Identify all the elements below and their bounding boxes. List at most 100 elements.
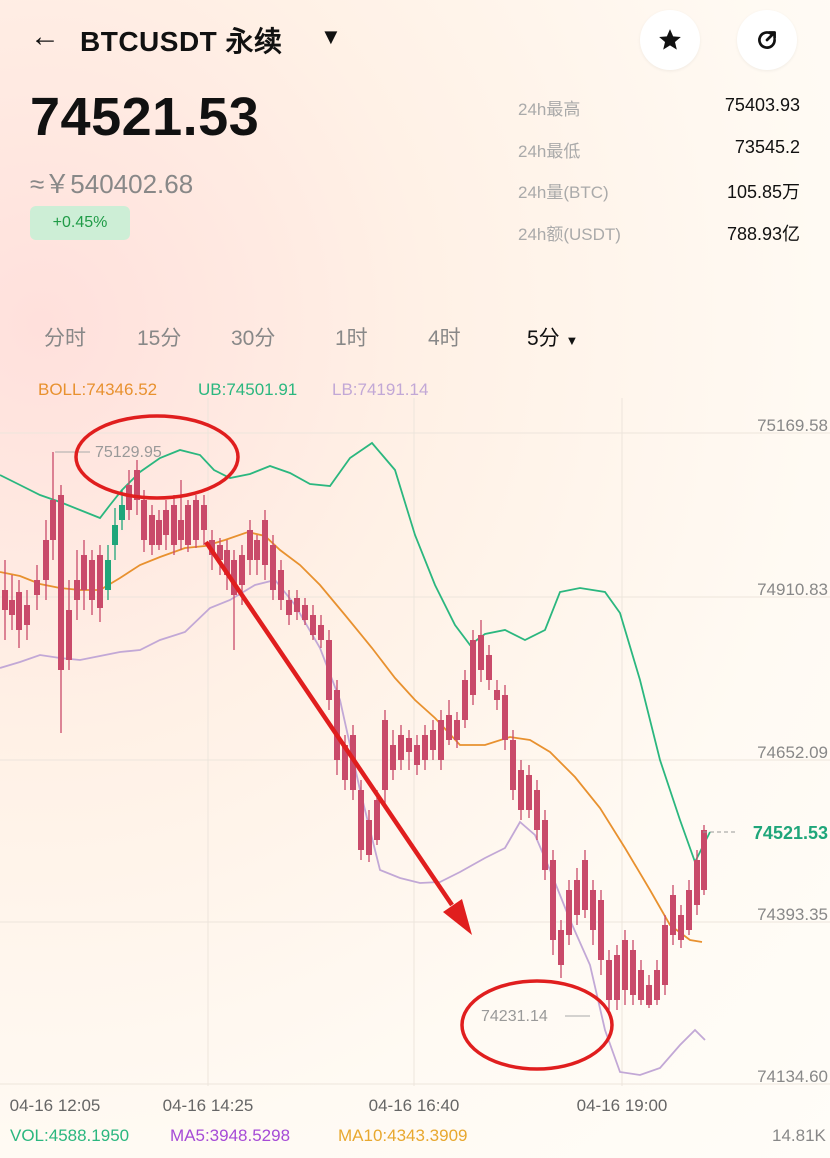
stat-value-turnover: 788.93亿	[726, 224, 800, 244]
candle-body-down	[163, 510, 169, 535]
candle-body-down	[686, 890, 692, 930]
candle-body-down	[438, 720, 444, 760]
candle-body-down	[470, 640, 476, 695]
candle-body-down	[366, 820, 372, 855]
candle-body-down	[486, 655, 492, 680]
ma5-value: MA5:3948.5298	[170, 1126, 291, 1145]
stat-label-high: 24h最高	[518, 100, 581, 119]
kline-chart[interactable]: 75169.58 74910.83 74652.09 74393.35 74134.60…	[0, 395, 830, 1120]
candle-body-down	[278, 570, 284, 600]
candle-body-down	[178, 520, 184, 540]
symbol-title[interactable]: BTCUSDT 永续	[80, 20, 283, 60]
candle-body-down	[638, 970, 644, 1000]
candle-body-down	[478, 635, 484, 670]
tab-4h[interactable]: 4时	[428, 322, 461, 352]
candle-body-down	[16, 592, 22, 630]
candle-body-down	[398, 735, 404, 760]
candle-body-down	[247, 530, 253, 560]
time-axis-label: 04-16 12:05	[10, 1096, 101, 1115]
caret-down-icon: ▼	[565, 333, 579, 348]
downtrend-arrow-head	[443, 899, 472, 935]
candle-body-down	[590, 890, 596, 930]
candle-body-down	[374, 800, 380, 840]
candle-body-down	[630, 950, 636, 995]
candle-body-down	[430, 730, 436, 750]
candle-body-down	[66, 610, 72, 660]
candle-body-down	[510, 740, 516, 790]
candle-body-down	[382, 720, 388, 790]
candle-body-down	[390, 745, 396, 770]
candle-body-down	[694, 860, 700, 905]
time-axis-label: 04-16 19:00	[577, 1096, 668, 1115]
candle-body-down	[654, 970, 660, 1000]
candle-body-down	[326, 640, 332, 700]
candle-body-down	[81, 555, 87, 590]
candle-body-down	[582, 860, 588, 910]
tab-1h[interactable]: 1时	[335, 322, 368, 352]
star-icon	[659, 29, 681, 50]
candle-body-down	[622, 940, 628, 990]
candle-body-down	[34, 580, 40, 595]
candle-body-up	[105, 560, 111, 590]
cny-price: ≈￥540402.68	[30, 169, 194, 199]
candle-body-down	[406, 738, 412, 752]
candle-body-down	[542, 820, 548, 870]
price-axis-label: 74134.60	[757, 1067, 828, 1086]
candle-body-down	[678, 915, 684, 940]
candle-body-down	[334, 690, 340, 760]
candle-body-down	[606, 960, 612, 1000]
price-axis-label: 74910.83	[757, 580, 828, 599]
last-price: 74521.53	[30, 87, 260, 147]
back-arrow-icon[interactable]: ←	[30, 20, 60, 54]
symbol-dropdown-icon[interactable]: ▼	[320, 24, 342, 50]
favorite-button[interactable]	[640, 10, 700, 70]
candle-body-down	[414, 745, 420, 765]
candle-body-down	[318, 625, 324, 640]
candle-body-down	[43, 540, 49, 580]
candle-body-down	[201, 505, 207, 530]
candle-body-down	[662, 925, 668, 985]
share-button[interactable]	[737, 10, 797, 70]
candle-body-down	[239, 555, 245, 585]
stat-value-volume: 105.85万	[726, 182, 800, 202]
vol-axis-label: 14.81K	[772, 1126, 826, 1145]
candle-body-down	[518, 770, 524, 810]
candle-body-down	[446, 715, 452, 740]
candle-body-down	[534, 790, 540, 830]
candle-body-down	[670, 895, 676, 935]
stat-value-high: 75403.93	[724, 95, 800, 115]
candle-body-down	[193, 500, 199, 540]
candle-body-up	[112, 525, 118, 545]
price-axis-label: 74652.09	[757, 743, 828, 762]
candle-body-down	[50, 500, 56, 540]
time-axis-label: 04-16 16:40	[369, 1096, 460, 1115]
tab-15m[interactable]: 15分	[137, 322, 181, 352]
candle-body-down	[294, 598, 300, 612]
candle-body-down	[462, 680, 468, 720]
candle-body-down	[358, 790, 364, 850]
price-axis-label: 74393.35	[757, 905, 828, 924]
candle-body-down	[185, 505, 191, 545]
tab-30m[interactable]: 30分	[231, 322, 275, 352]
stat-value-low: 73545.2	[734, 137, 800, 157]
chart-grid	[0, 398, 830, 1086]
candle-body-down	[74, 580, 80, 600]
candle-body-down	[614, 955, 620, 1000]
candle-body-down	[89, 560, 95, 600]
candle-body-down	[494, 690, 500, 700]
candle-body-down	[558, 930, 564, 965]
candle-body-down	[270, 545, 276, 590]
candle-body-down	[302, 605, 308, 620]
tab-timeline[interactable]: 分时	[44, 322, 86, 352]
refresh-share-icon	[758, 31, 776, 49]
boll-upper-line	[0, 441, 711, 865]
annotations: 75129.95 74231.14	[55, 414, 614, 1071]
change-badge: +0.45%	[30, 206, 130, 240]
candle-body-down	[310, 615, 316, 635]
candle-body-down	[598, 900, 604, 960]
high-marker-label: 75129.95	[95, 444, 162, 461]
candle-body-down	[24, 605, 30, 625]
candle-body-down	[262, 520, 268, 565]
candle-body-down	[171, 505, 177, 545]
tab-5m-selected[interactable]: 5分 ▼	[527, 322, 578, 352]
